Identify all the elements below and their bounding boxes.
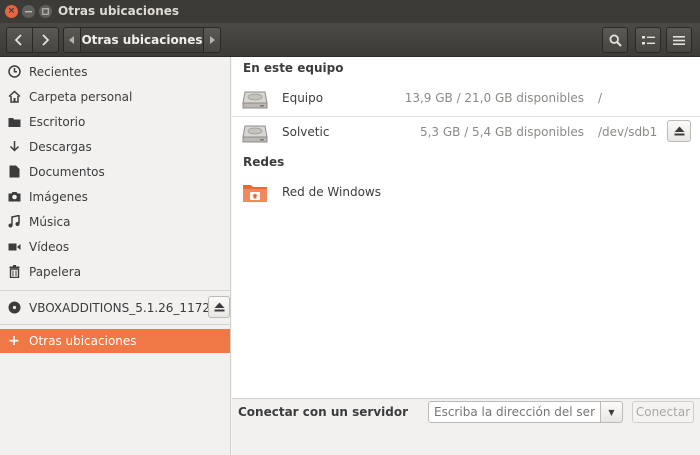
eject-solvetic-button[interactable] <box>667 120 691 142</box>
header-bar: Otras ubicaciones <box>0 23 700 57</box>
hard-drive-icon <box>242 125 268 143</box>
sidebar-item-documentos[interactable]: Documentos <box>0 159 230 184</box>
window-title: Otras ubicaciones <box>58 4 180 18</box>
section-heading-this-computer: En este equipo <box>243 61 344 75</box>
document-icon <box>7 165 21 179</box>
connect-to-server-label: Conectar con un servidor <box>238 405 409 419</box>
navigation-buttons <box>6 27 59 53</box>
server-address-input[interactable] <box>428 401 601 423</box>
sidebar-item-recientes[interactable]: Recientes <box>0 59 230 84</box>
minimize-window-button[interactable] <box>22 5 35 18</box>
sidebar-item-papelera[interactable]: Papelera <box>0 259 230 284</box>
sidebar-item-carpeta-personal[interactable]: Carpeta personal <box>0 84 230 109</box>
sidebar-item-vboxadditions[interactable]: VBOXADDITIONS_5.1.26_117224 <box>0 295 230 320</box>
sidebar-item-imagenes[interactable]: Imágenes <box>0 184 230 209</box>
folder-icon <box>7 115 21 129</box>
search-button[interactable] <box>602 27 628 53</box>
list-item-drive-solvetic[interactable]: Solvetic 5,3 GB / 5,4 GB disponibles /de… <box>232 116 700 150</box>
sidebar-item-label: Recientes <box>29 64 88 79</box>
hamburger-menu-icon <box>673 35 685 45</box>
eject-vboxadditions-button[interactable] <box>208 296 230 318</box>
chevron-right-icon <box>42 34 50 46</box>
home-icon <box>7 90 21 104</box>
section-heading-networks: Redes <box>243 155 285 169</box>
sidebar-item-videos[interactable]: Vídeos <box>0 234 230 259</box>
path-bar: Otras ubicaciones <box>63 27 221 53</box>
maximize-window-button[interactable] <box>39 5 52 18</box>
main-content: En este equipo Equipo 13,9 GB / 21,0 GB … <box>232 57 700 398</box>
camera-icon <box>7 190 21 204</box>
sidebar-item-label: Escritorio <box>29 114 86 129</box>
title-bar[interactable]: × Otras ubicaciones <box>0 0 700 23</box>
clock-icon <box>7 65 21 79</box>
hard-drive-icon <box>242 91 268 109</box>
close-icon: × <box>7 6 16 16</box>
video-icon <box>7 240 21 254</box>
triangle-right-icon <box>210 36 215 44</box>
network-name: Red de Windows <box>282 185 381 199</box>
network-folder-icon <box>243 185 267 202</box>
list-item-drive-equipo[interactable]: Equipo 13,9 GB / 21,0 GB disponibles / <box>232 82 700 116</box>
drive-mount-path: /dev/sdb1 <box>598 125 658 139</box>
sidebar-item-descargas[interactable]: Descargas <box>0 134 230 159</box>
close-window-button[interactable]: × <box>5 5 18 18</box>
triangle-left-icon <box>69 36 74 44</box>
sidebar-separator <box>0 324 230 325</box>
sidebar-item-label: VBOXADDITIONS_5.1.26_117224 <box>29 300 226 315</box>
drive-mount-path: / <box>598 91 603 105</box>
menu-button[interactable] <box>666 27 692 53</box>
sidebar-item-escritorio[interactable]: Escritorio <box>0 109 230 134</box>
sidebar: Recientes Carpeta personal Escritorio De… <box>0 57 231 455</box>
eject-icon <box>214 302 224 312</box>
minimize-icon <box>25 11 32 13</box>
file-manager-window: × Otras ubicaciones Otras ubicaciones Re… <box>0 0 700 455</box>
connect-button[interactable]: Conectar <box>632 401 694 423</box>
drive-capacity: 5,3 GB / 5,4 GB disponibles <box>419 125 584 139</box>
path-scroll-left-button[interactable] <box>64 28 80 52</box>
disc-icon <box>7 301 21 315</box>
connect-to-server-bar: Conectar con un servidor ▼ Conectar <box>232 398 700 455</box>
path-current-location[interactable]: Otras ubicaciones <box>80 28 204 52</box>
forward-button[interactable] <box>33 28 58 52</box>
list-item-network-windows[interactable]: Red de Windows <box>232 176 700 210</box>
sidebar-item-label: Vídeos <box>29 239 70 254</box>
view-mode-button[interactable] <box>635 27 661 53</box>
sidebar-item-label: Descargas <box>29 139 92 154</box>
sidebar-item-label: Papelera <box>29 264 82 279</box>
sidebar-item-label: Carpeta personal <box>29 89 133 104</box>
sidebar-item-otras-ubicaciones[interactable]: + Otras ubicaciones <box>0 329 230 353</box>
sidebar-item-musica[interactable]: Música <box>0 209 230 234</box>
server-history-dropdown[interactable]: ▼ <box>601 401 623 423</box>
back-button[interactable] <box>7 28 33 52</box>
sidebar-separator <box>0 290 230 291</box>
trash-icon <box>7 265 21 279</box>
path-scroll-right-button[interactable] <box>204 28 220 52</box>
drive-name: Solvetic <box>282 125 330 139</box>
music-note-icon <box>7 215 21 229</box>
maximize-icon <box>42 8 49 15</box>
sidebar-item-label: Imágenes <box>29 189 88 204</box>
sidebar-item-label: Documentos <box>29 164 105 179</box>
drive-name: Equipo <box>282 91 324 105</box>
list-view-icon <box>641 35 655 44</box>
chevron-down-icon: ▼ <box>608 407 615 417</box>
download-icon <box>7 140 21 154</box>
search-icon <box>608 33 622 47</box>
eject-icon <box>674 126 684 136</box>
sidebar-item-label: Otras ubicaciones <box>29 334 137 348</box>
plus-icon: + <box>8 333 20 349</box>
chevron-left-icon <box>14 34 22 46</box>
drive-capacity: 13,9 GB / 21,0 GB disponibles <box>404 91 584 105</box>
sidebar-item-label: Música <box>29 214 71 229</box>
